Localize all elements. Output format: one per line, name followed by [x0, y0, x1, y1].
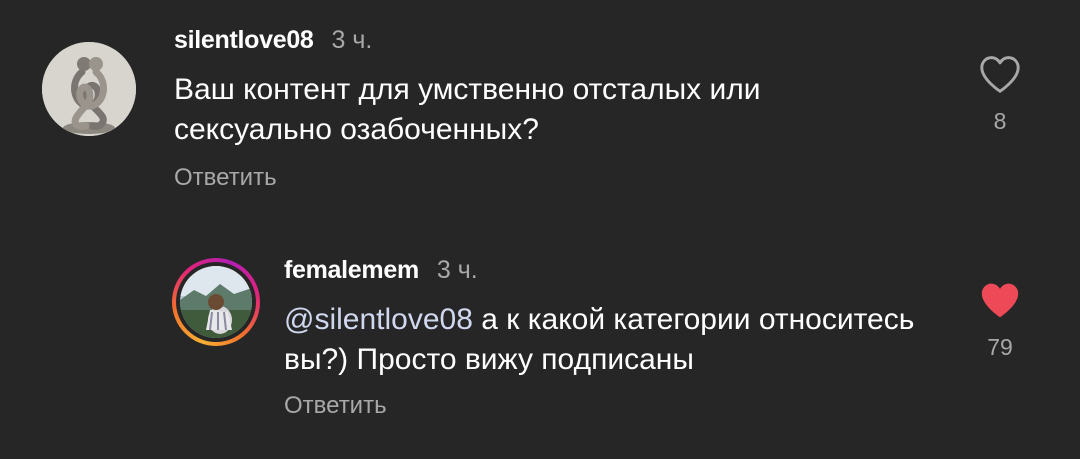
avatar-ring-gap	[176, 262, 256, 342]
avatar[interactable]	[42, 42, 136, 136]
timestamp: 3 ч.	[331, 26, 373, 54]
like-count: 79	[987, 334, 1013, 360]
comment-body: Ваш контент для умственно отсталых или с…	[174, 73, 761, 146]
comment-text: Ваш контент для умственно отсталых или с…	[174, 70, 834, 150]
comment-femalemem: femalemem 3 ч. @silentlove08 а к какой к…	[0, 220, 1080, 459]
like-count: 8	[993, 108, 1007, 134]
username[interactable]: silentlove08	[174, 26, 314, 55]
comment-text: @silentlove08 а к какой категории относи…	[284, 300, 944, 380]
like-button[interactable]: 79	[970, 280, 1030, 361]
timestamp: 3 ч.	[436, 256, 478, 284]
reply-button[interactable]: Ответить	[284, 392, 387, 420]
mention-link[interactable]: @silentlove08	[284, 303, 473, 336]
heart-outline-icon	[980, 56, 1020, 93]
reply-button[interactable]: Ответить	[174, 164, 277, 192]
like-button[interactable]: 8	[970, 54, 1030, 135]
comment-header: silentlove08 3 ч.	[174, 26, 372, 55]
avatar	[180, 266, 252, 338]
comment-silentlove08: silentlove08 3 ч. Ваш контент для умстве…	[0, 0, 1080, 220]
photo-avatar-icon	[180, 266, 252, 338]
comment-header: femalemem 3 ч.	[284, 256, 478, 285]
heart-filled-icon	[981, 283, 1019, 318]
avatar-story-ring[interactable]	[172, 258, 260, 346]
username[interactable]: femalemem	[284, 256, 419, 285]
sculpture-avatar-icon	[42, 42, 136, 136]
